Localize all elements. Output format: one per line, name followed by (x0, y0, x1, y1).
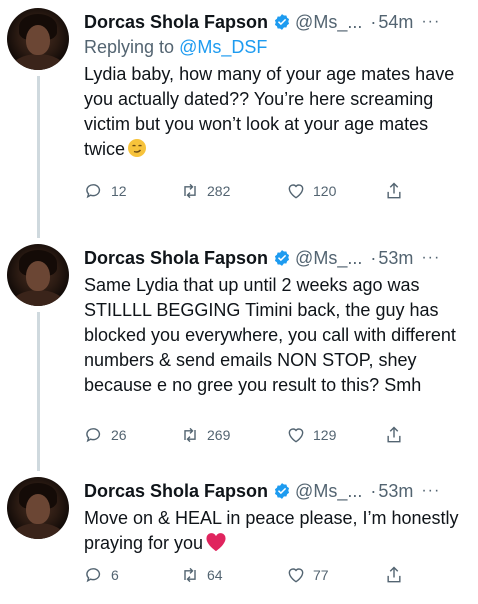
heart-icon (288, 184, 304, 199)
smirking-face-icon (128, 139, 147, 157)
reply-button[interactable]: 6 (84, 565, 119, 585)
separator: · (370, 481, 377, 501)
retweet-count: 282 (207, 183, 231, 199)
share-icon (387, 426, 401, 443)
reply-button[interactable]: 26 (84, 425, 127, 445)
verified-badge-icon (274, 14, 290, 30)
share-button[interactable] (384, 565, 411, 585)
timestamp[interactable]: 53m (378, 479, 413, 503)
author-handle[interactable]: @Ms_... (295, 479, 362, 503)
thread-connector (37, 76, 40, 238)
more-options-icon[interactable]: ··· (421, 246, 440, 270)
author-handle[interactable]: @Ms_... (295, 246, 362, 270)
like-button[interactable]: 120 (286, 181, 336, 201)
tweet-text: Same Lydia that up until 2 weeks ago was… (84, 275, 456, 395)
timestamp[interactable]: 53m (378, 246, 413, 270)
author-name[interactable]: Dorcas Shola Fapson (84, 479, 268, 503)
reply-handle-link[interactable]: @Ms_DSF (179, 37, 267, 57)
author-handle[interactable]: @Ms_... (295, 10, 362, 34)
tweet-text: Move on & HEAL in peace please, I’m hone… (84, 506, 470, 556)
like-count: 129 (313, 427, 337, 443)
tweet[interactable]: Dorcas Shola Fapson @Ms_... · 54m ··· Re… (0, 0, 478, 238)
separator: · (370, 248, 377, 268)
like-count: 77 (313, 567, 329, 583)
tweet-text-body: Move on & HEAL in peace please, I’m hone… (84, 508, 459, 553)
retweet-icon (184, 183, 196, 199)
reply-icon (86, 568, 101, 583)
retweet-button[interactable]: 64 (180, 565, 223, 585)
retweet-icon (184, 427, 196, 443)
reply-button[interactable]: 12 (84, 181, 127, 201)
avatar[interactable] (7, 8, 69, 70)
replying-to: Replying to @Ms_DSF (84, 35, 470, 59)
timestamp[interactable]: 54m (378, 10, 413, 34)
more-options-icon[interactable]: ··· (421, 479, 440, 503)
retweet-count: 269 (207, 427, 231, 443)
reply-count: 26 (111, 427, 127, 443)
tweet[interactable]: Dorcas Shola Fapson @Ms_... · 53m ··· Sa… (0, 236, 478, 471)
heart-icon (288, 568, 304, 583)
reply-count: 12 (111, 183, 127, 199)
share-button[interactable] (384, 181, 411, 201)
share-icon (387, 566, 401, 583)
verified-badge-icon (274, 250, 290, 266)
retweet-icon (184, 567, 196, 583)
verified-badge-icon (274, 483, 290, 499)
author-name[interactable]: Dorcas Shola Fapson (84, 246, 268, 270)
share-button[interactable] (384, 425, 411, 445)
heart-icon (288, 428, 304, 443)
reply-count: 6 (111, 567, 119, 583)
like-button[interactable]: 77 (286, 565, 329, 585)
separator: · (370, 12, 377, 32)
like-count: 120 (313, 183, 337, 199)
thread-connector (37, 312, 40, 471)
like-button[interactable]: 129 (286, 425, 336, 445)
avatar[interactable] (7, 244, 69, 306)
more-options-icon[interactable]: ··· (421, 10, 440, 34)
tweet-text: Lydia baby, how many of your age mates h… (84, 62, 470, 162)
replying-to-label: Replying to (84, 37, 180, 57)
retweet-button[interactable]: 282 (180, 181, 230, 201)
retweet-count: 64 (207, 567, 223, 583)
reply-icon (86, 184, 101, 199)
red-heart-icon (206, 533, 226, 552)
tweet[interactable]: Dorcas Shola Fapson @Ms_... · 53m ··· Mo… (0, 469, 478, 604)
retweet-button[interactable]: 269 (180, 425, 230, 445)
share-icon (387, 182, 401, 199)
avatar[interactable] (7, 477, 69, 539)
author-name[interactable]: Dorcas Shola Fapson (84, 10, 268, 34)
reply-icon (86, 428, 101, 443)
